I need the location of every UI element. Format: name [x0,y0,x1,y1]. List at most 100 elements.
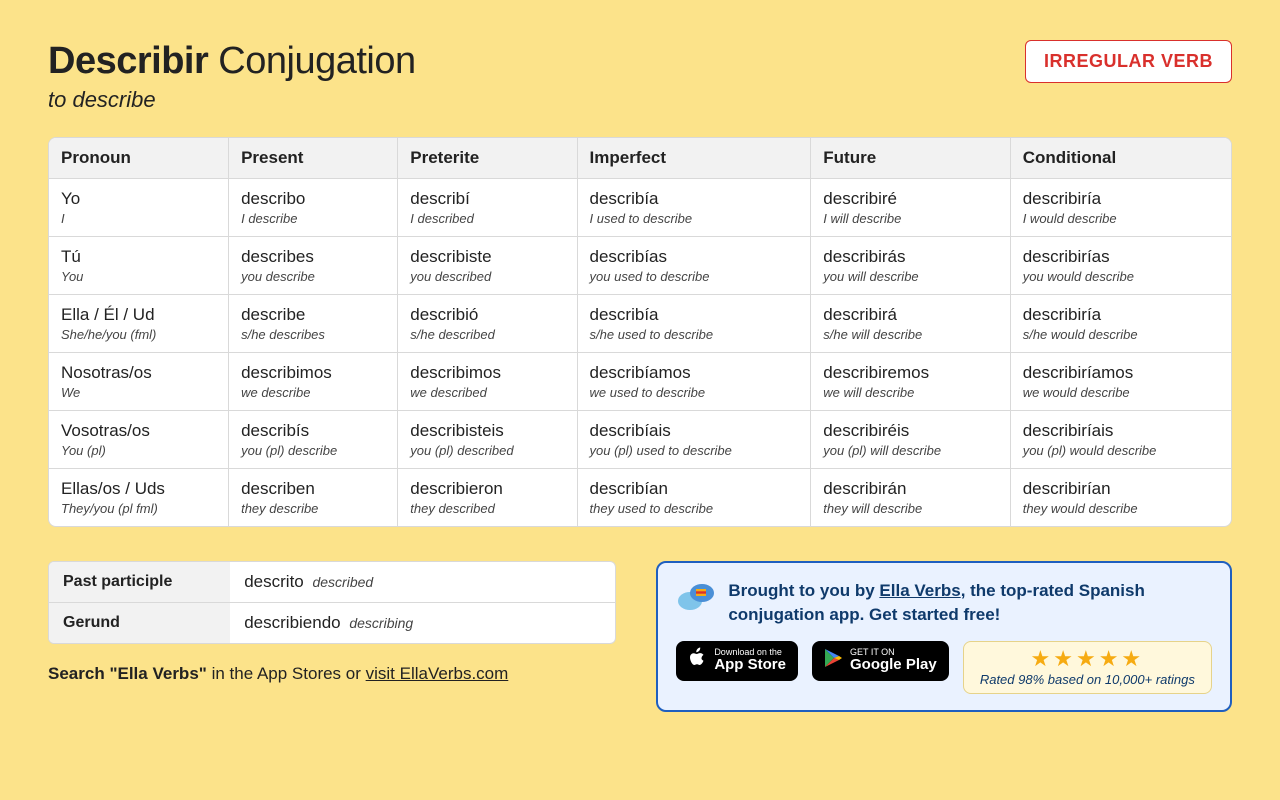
conjugation-cell: describiríasyou would describe [1011,237,1231,295]
conjugation-en: you described [410,269,564,284]
conjugation-es: describían [590,479,799,499]
conjugation-en: we will describe [823,385,997,400]
conjugation-cell: describiremos we will describe [811,353,1010,411]
conjugation-es: describirías [1023,247,1219,267]
promo-before: Brought to you by [728,581,879,600]
conjugation-cell: describíasyou used to describe [578,237,812,295]
conjugation-cell: describíamoswe used to describe [578,353,812,411]
conjugation-en: s/he will describe [823,327,997,342]
past-participle-label: Past participle [49,562,230,603]
pronoun-es: Ella / Él / Ud [61,305,216,325]
conjugation-cell: describimos we describe [229,353,398,411]
table-row: Gerund describiendo describing [49,603,615,643]
column-header: Pronoun [49,138,229,179]
search-quoted: "Ella Verbs" [109,664,206,683]
page-title: Describir Conjugation [48,40,416,83]
conjugation-es: describiríamos [1023,363,1219,383]
conjugation-en: s/he described [410,327,564,342]
conjugation-es: describiría [1023,189,1219,209]
conjugation-es: describías [590,247,799,267]
forms-table: Past participle descrito described Gerun… [48,561,616,644]
irregular-badge: IRREGULAR VERB [1025,40,1232,83]
pronoun-cell: Vosotras/osYou (pl) [49,411,229,469]
conjugation-cell: describiríanthey would describe [1011,469,1231,526]
pronoun-es: Ellas/os / Uds [61,479,216,499]
conjugation-es: describieron [410,479,564,499]
conjugation-es: describen [241,479,385,499]
conjugation-en: you will describe [823,269,997,284]
table-row: Past participle descrito described [49,562,615,603]
conjugation-cell: describirías/he would describe [1011,295,1231,353]
conjugation-en: they will describe [823,501,997,516]
table-row: TúYoudescribesyou describedescribisteyou… [49,237,1231,295]
header: Describir Conjugation to describe IRREGU… [48,40,1232,113]
conjugation-es: describía [590,305,799,325]
conjugation-cell: describoI describe [229,179,398,237]
table-row: Nosotras/osWedescribimoswe describedescr… [49,353,1231,411]
conjugation-es: describís [241,421,385,441]
title-rest: Conjugation [208,40,415,82]
conjugation-es: describiré [823,189,997,209]
conjugation-es: describimos [241,363,385,383]
pronoun-en: They/you (pl fml) [61,501,216,516]
pronoun-cell: Nosotras/os We [49,353,229,411]
column-header: Imperfect [578,138,812,179]
conjugation-en: I would describe [1023,211,1219,226]
apple-icon [688,647,706,674]
conjugation-es: describirán [823,479,997,499]
past-participle-es: descrito [244,572,304,591]
promo-text: Brought to you by Ella Verbs, the top-ra… [728,579,1212,627]
conjugation-es: describiste [410,247,564,267]
conjugation-table: PronounPresentPreteriteImperfectFutureCo… [48,137,1232,527]
conjugation-en: s/he would describe [1023,327,1219,342]
pronoun-en: She/he/you (fml) [61,327,216,342]
conjugation-en: you (pl) used to describe [590,443,799,458]
pronoun-en: You [61,269,216,284]
gerund-en: describing [349,615,413,631]
pronoun-es: Nosotras/os [61,363,216,383]
table-row: Ella / Él / Ud She/he/you (fml) describes/… [49,295,1231,353]
search-prefix: Search [48,664,109,683]
column-header: Conditional [1011,138,1231,179]
conjugation-cell: describíaI used to describe [578,179,812,237]
conjugation-es: describiríais [1023,421,1219,441]
conjugation-en: we described [410,385,564,400]
conjugation-en: you (pl) described [410,443,564,458]
google-play-button[interactable]: GET IT ON Google Play [812,641,949,681]
conjugation-cell: describimoswe described [398,353,577,411]
conjugation-cell: describes/he describes [229,295,398,353]
conjugation-en: I described [410,211,564,226]
pronoun-cell: Ella / Él / Ud She/he/you (fml) [49,295,229,353]
promo-box: Brought to you by Ella Verbs, the top-ra… [656,561,1232,712]
conjugation-en: I will describe [823,211,997,226]
conjugation-cell: describiréisyou (pl) will describe [811,411,1010,469]
conjugation-en: s/he used to describe [590,327,799,342]
conjugation-cell: describiría I would describe [1011,179,1231,237]
app-store-button[interactable]: Download on the App Store [676,641,798,681]
conjugation-es: describía [590,189,799,209]
play-icon [824,648,842,673]
table-row: YoIdescriboI describedescribíI described… [49,179,1231,237]
ellaverbs-link[interactable]: visit EllaVerbs.com [366,664,509,683]
title-verb: Describir [48,40,208,82]
conjugation-cell: describisteis you (pl) described [398,411,577,469]
pronoun-en: We [61,385,216,400]
conjugation-cell: describiríamoswe would describe [1011,353,1231,411]
conjugation-es: describíamos [590,363,799,383]
conjugation-es: describisteis [410,421,564,441]
conjugation-es: describíais [590,421,799,441]
app-icon [676,579,716,619]
conjugation-cell: describen they describe [229,469,398,526]
pronoun-en: You (pl) [61,443,216,458]
conjugation-en: you describe [241,269,385,284]
promo-link[interactable]: Ella Verbs [879,581,960,600]
conjugation-es: describió [410,305,564,325]
conjugation-en: they describe [241,501,385,516]
conjugation-es: describirás [823,247,997,267]
conjugation-cell: describirás/he will describe [811,295,1010,353]
table-row: Vosotras/osYou (pl) describís you (pl) des… [49,411,1231,469]
pronoun-en: I [61,211,216,226]
conjugation-es: describiremos [823,363,997,383]
conjugation-cell: describíanthey used to describe [578,469,812,526]
conjugation-en: we describe [241,385,385,400]
